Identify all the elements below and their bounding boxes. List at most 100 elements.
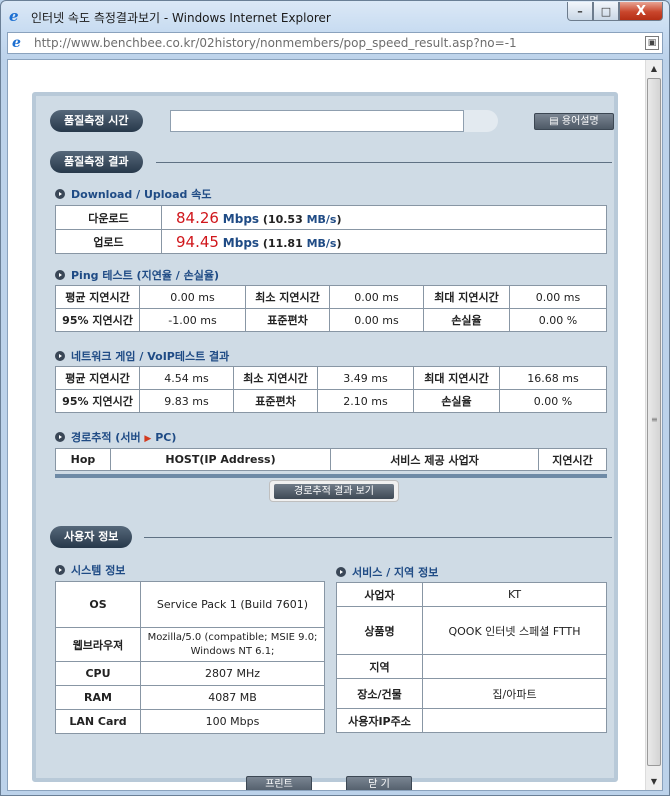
- glossary-icon: ▤: [549, 116, 562, 127]
- route-header-row: Hop HOST(IP Address) 서비스 제공 사업자 지연시간: [55, 448, 607, 471]
- ping-avg-label: 평균 지연시간: [55, 285, 140, 309]
- bullet-icon: [336, 567, 346, 577]
- download-row: 다운로드 84.26 Mbps (10.53 MB/s): [55, 205, 607, 230]
- game-heading: 네트워크 게임 / VoIP테스트 결과: [55, 348, 229, 364]
- speed-table: 다운로드 84.26 Mbps (10.53 MB/s) 업로드 94.45 M…: [55, 205, 607, 254]
- ping-row-2: 95% 지연시간 -1.00 ms 표준편차 0.00 ms 손실율 0.00 …: [55, 308, 607, 332]
- window-title: 인터넷 속도 측정결과보기 - Windows Internet Explore…: [31, 11, 331, 25]
- download-mb: (10.53 MB/s): [262, 212, 342, 226]
- route-col-latency: 지연시간: [538, 448, 607, 471]
- title-bar[interactable]: e 인터넷 속도 측정결과보기 - Windows Internet Explo…: [1, 1, 669, 31]
- system-ram-label: RAM: [55, 685, 141, 710]
- route-heading: 경로추적 (서버 ▶ PC): [55, 429, 176, 445]
- service-heading-text: 서비스 / 지역 정보: [352, 566, 439, 579]
- browser-window: e 인터넷 속도 측정결과보기 - Windows Internet Explo…: [0, 0, 670, 796]
- system-row-browser: 웹브라우져 Mozilla/5.0 (compatible; MSIE 9.0;…: [55, 627, 325, 662]
- route-result-button[interactable]: 경로추적 결과 보기: [269, 480, 399, 502]
- compatibility-view-icon[interactable]: ▣: [645, 36, 659, 50]
- route-result-label: 경로추적 결과 보기: [274, 484, 394, 499]
- ping-heading: Ping 테스트 (지연율 / 손실율): [55, 267, 219, 283]
- ie-logo-icon: e: [9, 7, 19, 25]
- service-heading: 서비스 / 지역 정보: [336, 564, 438, 580]
- route-col-hop: Hop: [55, 448, 111, 471]
- ping-p95-value: -1.00 ms: [139, 308, 246, 332]
- system-os-value: Service Pack 1 (Build 7601): [140, 581, 325, 628]
- service-row-product: 상품명 QOOK 인터넷 스페셜 FTTH: [336, 606, 607, 655]
- game-heading-text: 네트워크 게임 / VoIP테스트 결과: [71, 350, 230, 363]
- bullet-icon: [55, 189, 65, 199]
- measure-time-badge: 품질측정 시간: [50, 110, 143, 132]
- url-text[interactable]: http://www.benchbee.co.kr/02history/nonm…: [34, 36, 517, 50]
- result-badge: 품질측정 결과: [50, 151, 143, 173]
- vertical-scrollbar[interactable]: ▲ ≡ ▼: [645, 60, 662, 790]
- glossary-button[interactable]: ▤ 용어설명: [534, 113, 614, 130]
- measure-time-field: [170, 110, 464, 132]
- ping-loss-value: 0.00 %: [509, 308, 607, 332]
- arrow-right-icon: ▶: [144, 434, 152, 444]
- measure-time-bar-end: [464, 110, 498, 132]
- game-row-2: 95% 지연시간 9.83 ms 표준편차 2.10 ms 손실율 0.00 %: [55, 389, 607, 413]
- ping-table: 평균 지연시간 0.00 ms 최소 지연시간 0.00 ms 최대 지연시간 …: [55, 285, 607, 332]
- minimize-button[interactable]: –: [567, 2, 593, 21]
- ie-page-icon: e: [12, 35, 21, 51]
- ping-row-1: 평균 지연시간 0.00 ms 최소 지연시간 0.00 ms 최대 지연시간 …: [55, 285, 607, 309]
- system-row-os: OS Service Pack 1 (Build 7601): [55, 581, 325, 628]
- maximize-button[interactable]: □: [593, 2, 619, 21]
- service-ip-value: [422, 708, 607, 733]
- scroll-thumb[interactable]: ≡: [647, 78, 661, 766]
- upload-unit: Mbps: [222, 235, 260, 250]
- scroll-up-icon[interactable]: ▲: [646, 60, 662, 77]
- print-button[interactable]: 프린트: [246, 776, 312, 790]
- route-heading-prefix: 경로추적 (서버: [71, 431, 141, 444]
- content-frame: 품질측정 시간 ▤ 용어설명 품질측정 결과 Download / Upload…: [7, 59, 663, 791]
- service-region-label: 지역: [336, 654, 423, 679]
- system-cpu-value: 2807 MHz: [140, 661, 325, 686]
- ping-avg-value: 0.00 ms: [139, 285, 246, 309]
- scroll-down-icon[interactable]: ▼: [646, 773, 662, 790]
- system-heading: 시스템 정보: [55, 562, 125, 578]
- ping-max-label: 최대 지연시간: [423, 285, 510, 309]
- speed-heading-text: Download / Upload 속도: [71, 188, 212, 201]
- game-std-label: 표준편차: [233, 389, 318, 413]
- upload-mb-unit: MB/s: [306, 236, 337, 250]
- result-divider: [156, 162, 612, 163]
- game-std-value: 2.10 ms: [317, 389, 414, 413]
- minimize-icon: –: [577, 4, 583, 18]
- download-value: 84.26 Mbps (10.53 MB/s): [161, 205, 607, 230]
- route-table: Hop HOST(IP Address) 서비스 제공 사업자 지연시간: [55, 448, 607, 471]
- bullet-icon: [55, 565, 65, 575]
- ping-heading-text: Ping 테스트 (지연율 / 손실율): [71, 269, 220, 282]
- upload-row: 업로드 94.45 Mbps (11.81 MB/s): [55, 229, 607, 254]
- bullet-icon: [55, 432, 65, 442]
- system-heading-text: 시스템 정보: [71, 564, 126, 577]
- service-row-isp: 사업자 KT: [336, 582, 607, 607]
- system-table: OS Service Pack 1 (Build 7601) 웹브라우져 Moz…: [55, 581, 325, 734]
- game-max-label: 최대 지연시간: [413, 366, 500, 390]
- game-loss-label: 손실율: [413, 389, 500, 413]
- game-avg-label: 평균 지연시간: [55, 366, 140, 390]
- service-product-value: QOOK 인터넷 스페셜 FTTH: [422, 606, 607, 655]
- upload-value: 94.45 Mbps (11.81 MB/s): [161, 229, 607, 254]
- system-row-lan: LAN Card 100 Mbps: [55, 709, 325, 734]
- close-page-button[interactable]: 닫 기: [346, 776, 412, 790]
- download-mb-unit: MB/s: [306, 212, 337, 226]
- close-button[interactable]: X: [619, 2, 663, 21]
- system-row-ram: RAM 4087 MB: [55, 685, 325, 710]
- ping-std-label: 표준편차: [245, 308, 330, 332]
- bullet-icon: [55, 351, 65, 361]
- maximize-icon: □: [600, 4, 612, 18]
- system-os-label: OS: [55, 581, 141, 628]
- game-p95-label: 95% 지연시간: [55, 389, 140, 413]
- upload-mbps: 94.45: [176, 232, 219, 251]
- service-isp-value: KT: [422, 582, 607, 607]
- upload-mb: (11.81 MB/s): [262, 236, 342, 250]
- download-label: 다운로드: [55, 205, 162, 230]
- system-browser-value: Mozilla/5.0 (compatible; MSIE 9.0; Windo…: [140, 627, 325, 662]
- address-bar[interactable]: e http://www.benchbee.co.kr/02history/no…: [7, 32, 663, 54]
- system-browser-label: 웹브라우져: [55, 627, 141, 662]
- game-loss-value: 0.00 %: [499, 389, 607, 413]
- caption-buttons: – □ X: [567, 2, 663, 22]
- ping-max-value: 0.00 ms: [509, 285, 607, 309]
- ping-min-label: 최소 지연시간: [245, 285, 330, 309]
- speed-heading: Download / Upload 속도: [55, 186, 211, 202]
